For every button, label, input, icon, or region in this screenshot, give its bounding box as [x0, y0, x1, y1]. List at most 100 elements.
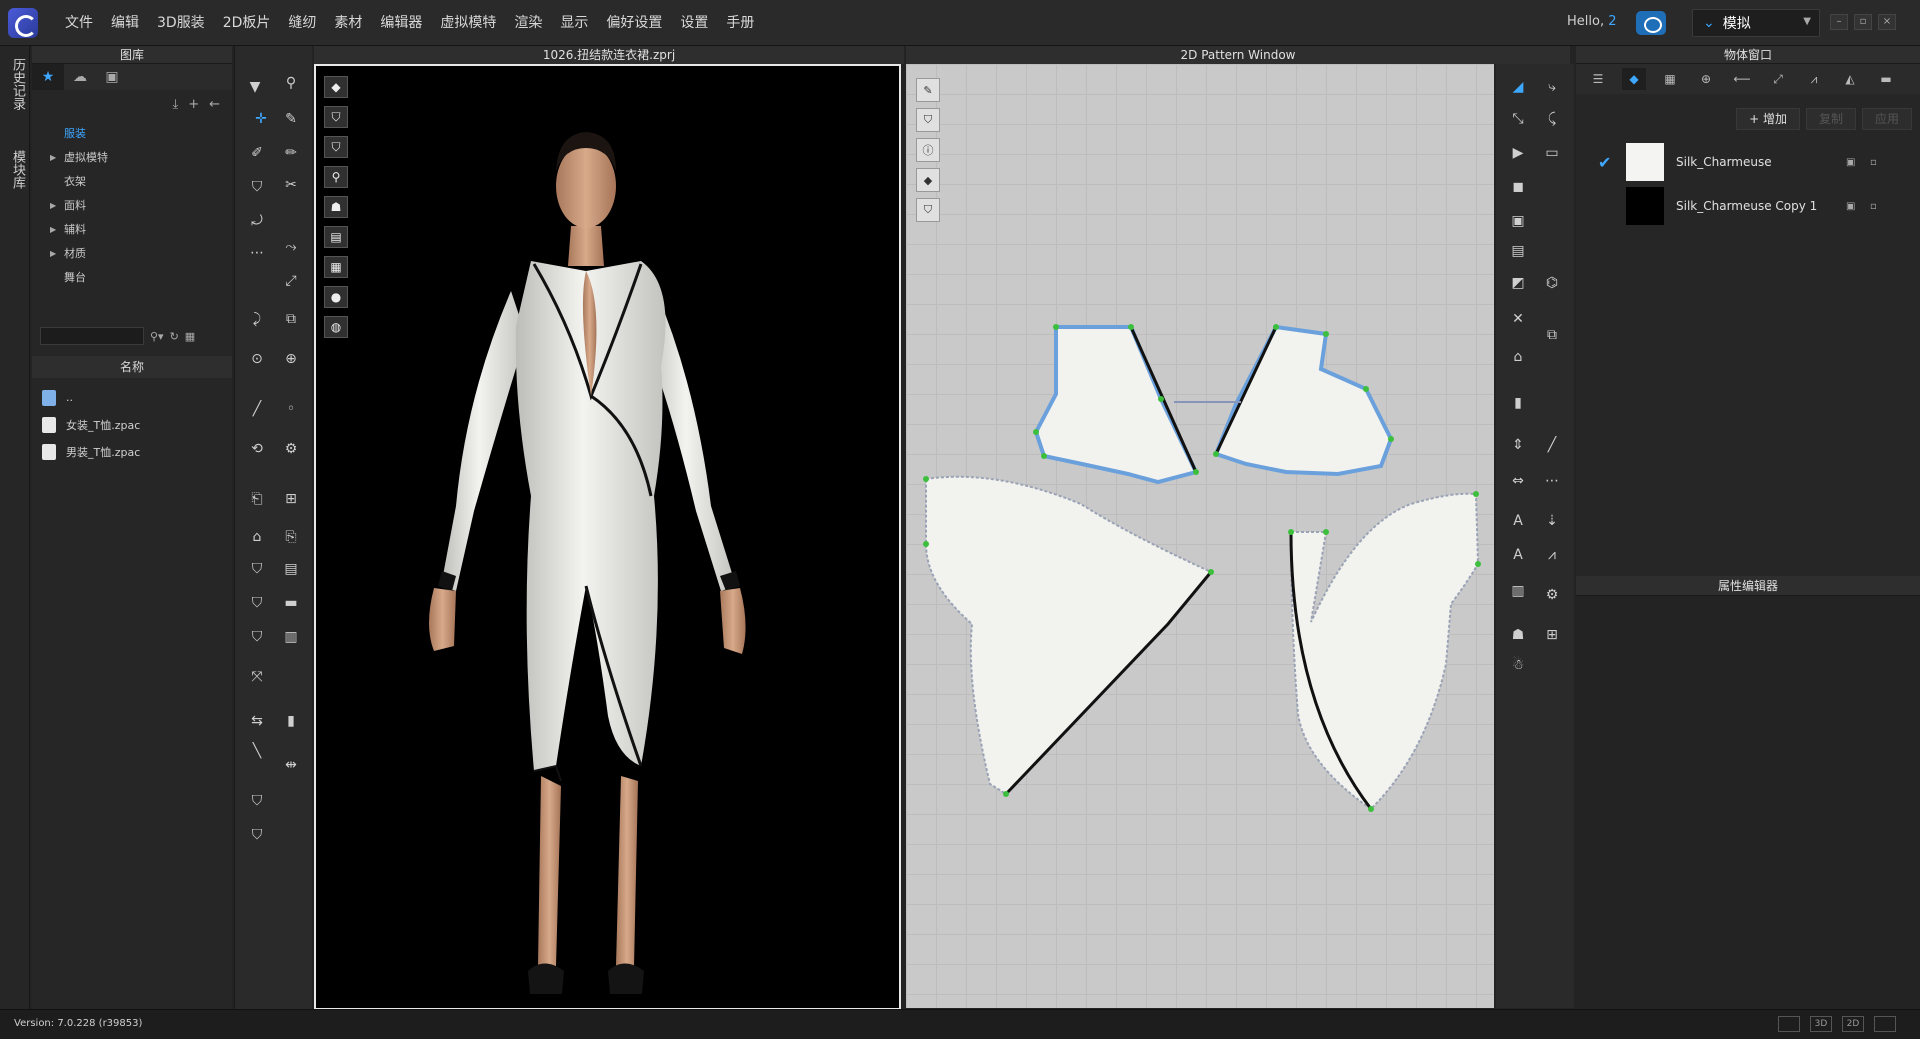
- pattern-icon[interactable]: ▮: [1506, 392, 1530, 414]
- menu-sewing[interactable]: 缝纫: [279, 0, 325, 46]
- pin-icon[interactable]: ✎: [279, 108, 303, 130]
- close-icon[interactable]: ×: [1878, 14, 1896, 30]
- move-icon[interactable]: ✛: [249, 108, 273, 130]
- expand-icon[interactable]: ▶: [50, 194, 56, 218]
- dress-icon[interactable]: ⛉: [245, 824, 269, 846]
- button-tab-icon[interactable]: ⊕: [1694, 68, 1718, 90]
- copy-button[interactable]: 复制: [1805, 108, 1856, 130]
- cloud-icon[interactable]: ☁: [64, 64, 96, 90]
- ruler-icon[interactable]: ╲: [245, 740, 269, 762]
- menu-materials[interactable]: 素材: [325, 0, 371, 46]
- fold-icon[interactable]: ⤾: [245, 210, 269, 232]
- garment-icon[interactable]: ⛉: [245, 176, 269, 198]
- arrange-icon[interactable]: ⤧: [245, 666, 269, 688]
- list-icon[interactable]: ☰: [1586, 68, 1610, 90]
- fill-icon[interactable]: ▮: [279, 710, 303, 732]
- layout-icon[interactable]: ⊞: [1540, 624, 1564, 646]
- zigzag-tab-icon[interactable]: ⩘: [1802, 68, 1826, 90]
- menu-preferences[interactable]: 偏好设置: [597, 0, 671, 46]
- seam-line-icon[interactable]: ╱: [1540, 434, 1564, 456]
- restore-icon[interactable]: ▫: [1854, 14, 1872, 30]
- sewing-2d-icon[interactable]: ⧉: [1540, 324, 1564, 346]
- skin-view-icon[interactable]: ●: [324, 286, 348, 308]
- menu-file[interactable]: 文件: [56, 0, 102, 46]
- menu-3d-garment[interactable]: 3D服装: [148, 0, 214, 46]
- ruler-tab-icon[interactable]: ▬: [1874, 68, 1898, 90]
- menu-manual[interactable]: 手册: [717, 0, 763, 46]
- edit-pattern-icon[interactable]: ⤷: [1540, 76, 1564, 98]
- tab-history[interactable]: 历史记录: [8, 58, 27, 110]
- delete-fabric-icon[interactable]: ▫: [1870, 157, 1877, 168]
- avatar-2d-icon[interactable]: ☗: [1506, 624, 1530, 646]
- length-icon[interactable]: ⇣: [1540, 510, 1564, 532]
- brush-icon[interactable]: ✐: [245, 142, 269, 164]
- align-icon[interactable]: ⇹: [279, 754, 303, 776]
- apply-button[interactable]: 应用: [1861, 108, 1912, 130]
- skirt-icon[interactable]: ⛉: [245, 626, 269, 648]
- gear-icon[interactable]: ⚙: [279, 438, 303, 460]
- fabric-view-icon[interactable]: ◆: [324, 76, 348, 98]
- list-item[interactable]: ✔ Silk_Charmeuse ▣ ▫: [1576, 140, 1920, 184]
- grid-view-icon[interactable]: ▦: [185, 330, 195, 343]
- folder-icon[interactable]: ▣: [96, 64, 128, 90]
- seam-icon[interactable]: ⤢: [279, 270, 303, 292]
- tree-item-hanger[interactable]: 衣架: [32, 170, 232, 194]
- menu-render[interactable]: 渲染: [505, 0, 551, 46]
- search-input[interactable]: [40, 327, 144, 345]
- name-column-header[interactable]: 名称: [32, 356, 232, 378]
- topstitch-icon[interactable]: ⤢: [1766, 68, 1790, 90]
- globe-icon[interactable]: ◍: [324, 316, 348, 338]
- line-icon[interactable]: ╱: [245, 398, 269, 420]
- select-icon[interactable]: ▼: [243, 76, 267, 98]
- edit-point-icon[interactable]: ⤡: [1506, 108, 1530, 130]
- graphic-icon[interactable]: ⎗: [245, 488, 269, 510]
- dart-icon[interactable]: ◩: [1506, 272, 1530, 294]
- edit-fabric-icon[interactable]: ▣: [1846, 201, 1855, 212]
- free-sew-icon[interactable]: ⋯: [1540, 470, 1564, 492]
- fit-icon[interactable]: ⛉: [245, 592, 269, 614]
- tree-item-garment[interactable]: 服装: [32, 122, 232, 146]
- zigzag-icon[interactable]: ⩘: [1540, 544, 1564, 566]
- search-icon[interactable]: ⚲▾: [150, 330, 164, 343]
- split-view-button[interactable]: [1778, 1016, 1800, 1032]
- layer-view-icon[interactable]: ▤: [324, 226, 348, 248]
- person-icon[interactable]: ☃: [1506, 654, 1530, 676]
- layout-button[interactable]: [1874, 1016, 1896, 1032]
- text-icon[interactable]: A: [1506, 510, 1530, 532]
- trim-icon[interactable]: ⌂: [245, 526, 269, 548]
- menu-editor[interactable]: 编辑器: [371, 0, 431, 46]
- line-tab-icon[interactable]: ⟵: [1730, 68, 1754, 90]
- download-icon[interactable]: ⤓: [172, 97, 178, 112]
- needle-icon[interactable]: ✂: [279, 174, 303, 196]
- avatar-view-icon[interactable]: ☗: [324, 196, 348, 218]
- menu-avatar[interactable]: 虚拟模特: [431, 0, 505, 46]
- tape-2d-icon[interactable]: ⇔: [1506, 470, 1530, 492]
- expand-icon[interactable]: ▶: [50, 218, 56, 242]
- list-item[interactable]: 女装_T恤.zpac: [32, 411, 232, 438]
- measure-icon[interactable]: ⋯: [245, 242, 269, 264]
- list-item[interactable]: ..: [32, 384, 232, 411]
- transform-pattern-icon[interactable]: ◢: [1506, 76, 1530, 98]
- tab-modules[interactable]: 模块库: [8, 150, 27, 189]
- garment-view-icon[interactable]: ⛉: [324, 136, 348, 158]
- mirror-icon[interactable]: ▥: [279, 626, 303, 648]
- tree-item-fabric[interactable]: ▶ 面料: [32, 194, 232, 218]
- hanger-icon[interactable]: ⛉: [245, 790, 269, 812]
- zipper-icon[interactable]: ⊕: [279, 348, 303, 370]
- snap-icon[interactable]: ⎘: [279, 526, 303, 548]
- point-icon[interactable]: ◦: [279, 398, 303, 420]
- checker-icon[interactable]: ▦: [1658, 68, 1682, 90]
- menu-edit[interactable]: 编辑: [102, 0, 148, 46]
- texture-icon[interactable]: ⊞: [279, 488, 303, 510]
- 2d-view-button[interactable]: 2D: [1842, 1016, 1864, 1032]
- notch-icon[interactable]: ⌬: [1540, 272, 1564, 294]
- curve-icon[interactable]: ⤹: [1540, 108, 1564, 130]
- fabric-tab-icon[interactable]: ◆: [1622, 68, 1646, 90]
- cloud-button[interactable]: [1636, 11, 1666, 35]
- text-edit-icon[interactable]: A: [1506, 544, 1530, 566]
- internal-rect-icon[interactable]: ▣: [1506, 210, 1530, 232]
- scale-icon[interactable]: ⇕: [1506, 434, 1530, 456]
- star-icon[interactable]: ★: [32, 64, 64, 90]
- shirt-view-icon[interactable]: ⛉: [324, 106, 348, 128]
- pen-icon[interactable]: ✏: [279, 142, 303, 164]
